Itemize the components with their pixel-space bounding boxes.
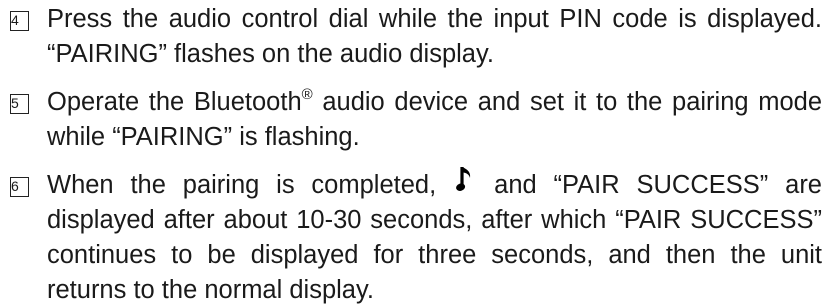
step-text: When the pairing is completed, and “PAIR … — [47, 167, 822, 308]
step-number-badge: 4 — [10, 11, 29, 31]
step-number-badge: 5 — [10, 94, 29, 114]
step-6: 6 When the pairing is completed, and “PAI… — [10, 167, 822, 308]
step-text-part: Operate the Bluetooth — [47, 88, 302, 116]
step-number-badge: 6 — [10, 177, 29, 197]
music-note-icon — [436, 167, 494, 196]
step-text: Operate the Bluetooth® audio device and … — [47, 85, 822, 155]
step-5: 5 Operate the Bluetooth® audio device an… — [10, 85, 822, 155]
step-4: 4 Press the audio control dial while the… — [10, 2, 822, 72]
manual-page: 4 Press the audio control dial while the… — [0, 0, 829, 306]
registered-mark: ® — [301, 86, 313, 103]
step-text: Press the audio control dial while the i… — [47, 5, 822, 68]
step-text-part: When the pairing is completed, — [47, 171, 437, 199]
